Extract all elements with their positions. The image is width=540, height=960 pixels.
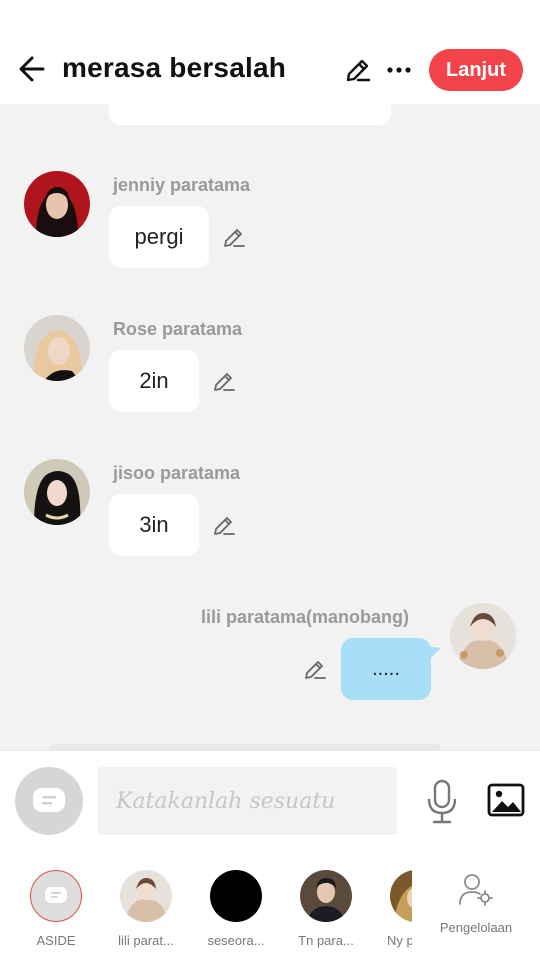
image-icon[interactable] (487, 783, 525, 817)
back-arrow-icon[interactable] (16, 52, 50, 86)
previous-message-bubble (109, 104, 391, 125)
character-label: lili parat... (118, 933, 174, 948)
chat-area[interactable]: jenniy paratama pergi Rose paratama 2in (0, 104, 540, 750)
character-tn[interactable]: Tn para... (286, 870, 366, 952)
avatar (390, 870, 412, 922)
character-aside[interactable]: ASIDE (16, 870, 96, 952)
character-lili[interactable]: lili parat... (106, 870, 186, 952)
own-bubble-tail (425, 646, 441, 662)
character-bar: ASIDE lili parat... seseora... Tn para..… (0, 850, 540, 960)
message-bubble[interactable]: 3in (109, 494, 199, 556)
edit-title-pencil-icon[interactable] (344, 56, 372, 84)
sender-name: jisoo paratama (113, 463, 241, 483)
sender-name: lili paratama(manobang) (201, 607, 410, 627)
pencil-icon[interactable] (212, 369, 236, 393)
avatar (210, 870, 262, 922)
pencil-icon[interactable] (222, 225, 246, 249)
sender-name: jenniy paratama (113, 175, 251, 195)
story-title[interactable]: merasa bersalah (62, 52, 286, 84)
pencil-icon[interactable] (212, 513, 236, 537)
avatar (300, 870, 352, 922)
top-bar: merasa bersalah Lanjut (0, 0, 540, 104)
own-message-bubble[interactable]: ..... (341, 638, 431, 700)
message-bubble[interactable]: pergi (109, 206, 209, 268)
avatar-jisoo[interactable] (24, 459, 90, 525)
aside-chat-icon (30, 870, 82, 922)
message-bubble[interactable]: 2in (109, 350, 199, 412)
aside-toggle-button[interactable] (15, 767, 83, 835)
message-text: pergi (134, 224, 184, 249)
avatar-jenniy[interactable] (24, 171, 90, 237)
input-bar (0, 750, 540, 852)
message-text: 2in (139, 368, 169, 393)
avatar-rose[interactable] (24, 315, 90, 381)
character-label: Ny p (387, 933, 412, 948)
microphone-icon[interactable] (424, 779, 460, 825)
character-label: seseora... (207, 933, 265, 948)
character-someone[interactable]: seseora... (196, 870, 276, 952)
message-text: 3in (139, 512, 169, 537)
manage-characters-button[interactable]: Pengelolaan (432, 870, 520, 940)
aside-chat-icon (33, 788, 65, 812)
sender-name: Rose paratama (113, 319, 243, 339)
pencil-icon[interactable] (303, 657, 327, 681)
avatar (120, 870, 172, 922)
character-ny[interactable]: Ny p (376, 870, 412, 952)
message-text: ..... (372, 657, 400, 680)
more-dots-icon[interactable] (386, 60, 412, 80)
user-settings-icon (459, 874, 493, 906)
next-button[interactable]: Lanjut (429, 49, 523, 91)
avatar-lili[interactable] (450, 603, 516, 669)
character-label: Tn para... (298, 933, 354, 948)
message-input[interactable] (98, 767, 397, 835)
character-label: ASIDE (36, 933, 76, 948)
manage-label: Pengelolaan (439, 920, 513, 935)
